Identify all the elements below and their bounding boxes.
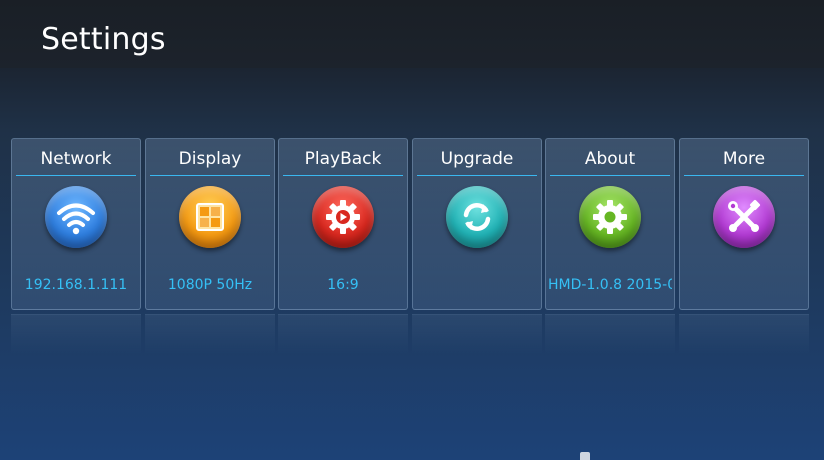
- tile-value: 192.168.1.111: [24, 277, 128, 293]
- tile-about[interactable]: About HMD-1.0.8 2015-0: [545, 138, 675, 310]
- tile-playback[interactable]: PlayBack 16:9: [278, 138, 408, 310]
- tile-label: Network: [16, 149, 136, 176]
- settings-tiles: Network 192.168.1.111 Display 1080P 50Hz: [11, 138, 811, 312]
- tile-label: About: [550, 149, 670, 176]
- tile-display[interactable]: Display 1080P 50Hz: [145, 138, 275, 310]
- tile-value: HMD-1.0.8 2015-0: [548, 277, 672, 293]
- refresh-icon: [446, 186, 508, 248]
- tile-upgrade[interactable]: Upgrade: [412, 138, 542, 310]
- display-icon: [179, 186, 241, 248]
- top-bar: Settings: [0, 0, 824, 68]
- tools-icon: [713, 186, 775, 248]
- tile-network[interactable]: Network 192.168.1.111: [11, 138, 141, 310]
- gear-icon: [579, 186, 641, 248]
- page-title: Settings: [41, 22, 166, 57]
- tiles-reflection: [11, 314, 811, 374]
- tile-label: PlayBack: [283, 149, 403, 176]
- tile-label: Display: [150, 149, 270, 176]
- tile-more[interactable]: More: [679, 138, 809, 310]
- cursor-indicator: [580, 452, 590, 460]
- tile-value: 1080P 50Hz: [167, 277, 253, 293]
- tile-label: Upgrade: [417, 149, 537, 176]
- playback-gear-icon: [312, 186, 374, 248]
- tile-label: More: [684, 149, 804, 176]
- tile-value: 16:9: [327, 277, 359, 293]
- wifi-icon: [45, 186, 107, 248]
